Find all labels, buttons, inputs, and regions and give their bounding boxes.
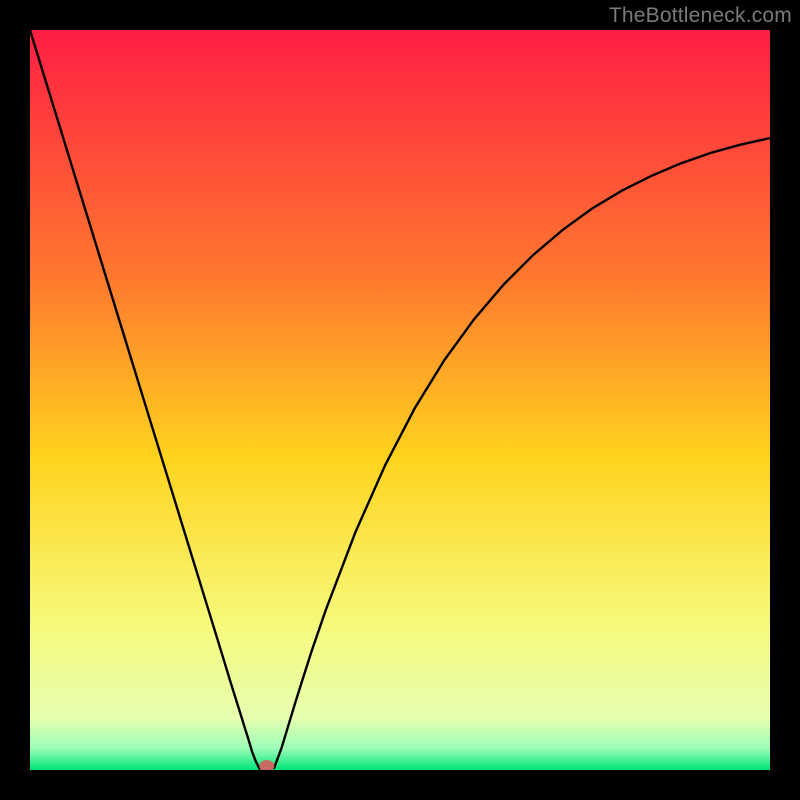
chart-frame: TheBottleneck.com [0, 0, 800, 800]
watermark-text: TheBottleneck.com [609, 4, 792, 28]
chart-plot-area [30, 30, 770, 770]
gradient-background [30, 30, 770, 770]
chart-svg [30, 30, 770, 770]
